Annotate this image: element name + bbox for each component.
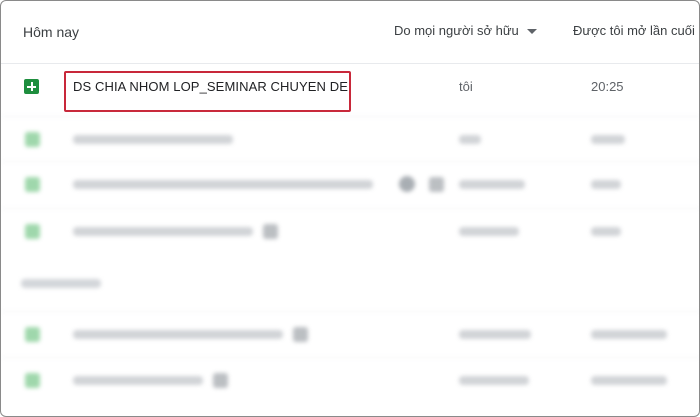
file-row[interactable]: DS CHIA NHOM LOP_SEMINAR CHUYEN DE tôi 2… bbox=[1, 63, 699, 109]
file-last-opened: 20:25 bbox=[591, 79, 624, 94]
file-owner: tôi bbox=[459, 79, 473, 94]
google-sheets-icon bbox=[24, 79, 39, 94]
last-opened-column-header[interactable]: Được tôi mở lần cuối bbox=[573, 23, 695, 38]
owner-filter-dropdown[interactable]: Do mọi người sở hữu bbox=[394, 23, 537, 38]
google-sheets-icon bbox=[25, 224, 40, 239]
people-icon bbox=[293, 327, 308, 342]
owner-filter-label: Do mọi người sở hữu bbox=[394, 23, 519, 38]
google-sheets-icon bbox=[25, 132, 40, 147]
google-sheets-icon bbox=[25, 177, 40, 192]
people-icon bbox=[429, 177, 444, 192]
blurred-file-row[interactable] bbox=[1, 208, 699, 254]
blurred-section-title bbox=[21, 279, 101, 288]
people-icon bbox=[263, 224, 278, 239]
blurred-file-row[interactable] bbox=[1, 116, 699, 162]
shared-icon bbox=[399, 176, 415, 192]
people-icon bbox=[213, 373, 228, 388]
list-header: Hôm nay Do mọi người sở hữu Được tôi mở … bbox=[1, 1, 699, 63]
section-title-today: Hôm nay bbox=[23, 24, 80, 40]
caret-down-icon bbox=[526, 29, 537, 34]
blurred-file-row[interactable] bbox=[1, 357, 699, 403]
blurred-file-row[interactable] bbox=[1, 311, 699, 357]
blurred-file-row[interactable] bbox=[1, 161, 699, 207]
drive-file-list: Hôm nay Do mọi người sở hữu Được tôi mở … bbox=[0, 0, 700, 417]
google-sheets-icon bbox=[25, 327, 40, 342]
google-sheets-icon bbox=[25, 373, 40, 388]
file-name[interactable]: DS CHIA NHOM LOP_SEMINAR CHUYEN DE bbox=[73, 79, 348, 94]
